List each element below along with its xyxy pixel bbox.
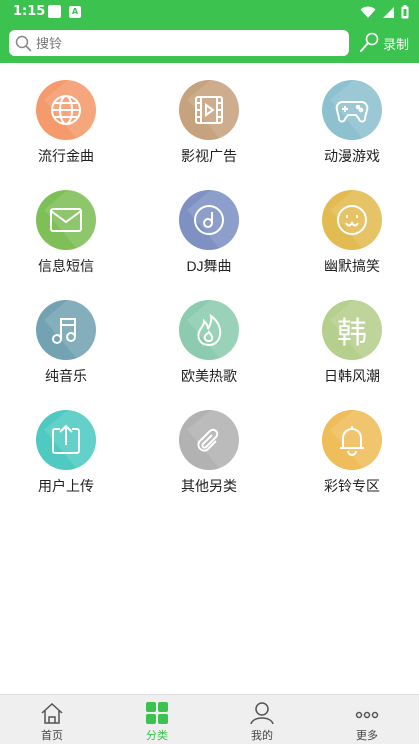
nav-home[interactable]: 首页 xyxy=(0,695,104,744)
category-label: 用户上传 xyxy=(38,478,94,494)
notification-square-icon xyxy=(48,5,61,18)
category-ringback[interactable]: 彩铃专区 xyxy=(302,402,402,502)
category-dj-dance[interactable]: DJ舞曲 xyxy=(159,182,259,282)
music-note-icon xyxy=(52,318,76,344)
category-icon-circle xyxy=(179,300,239,360)
search-row: 录制 xyxy=(0,28,419,58)
category-jk-trend[interactable]: 韩 日韩风潮 xyxy=(302,292,402,392)
nav-category-label: 分类 xyxy=(146,729,168,742)
category-western-hits[interactable]: 欧美热歌 xyxy=(159,292,259,392)
nav-mine-label: 我的 xyxy=(251,729,273,742)
user-icon xyxy=(250,702,274,725)
search-input[interactable] xyxy=(36,35,326,51)
upload-icon xyxy=(52,424,80,454)
category-humor[interactable]: 幽默搞笑 xyxy=(302,182,402,282)
category-anime-games[interactable]: 动漫游戏 xyxy=(302,72,402,172)
film-icon xyxy=(195,96,223,124)
notification-a-icon: A xyxy=(69,6,81,18)
category-label: 彩铃专区 xyxy=(324,478,380,494)
header: 1:15 A 搜铃 录制 xyxy=(0,0,419,63)
more-icon xyxy=(355,711,379,719)
category-icon-circle xyxy=(36,410,96,470)
category-label: DJ舞曲 xyxy=(186,258,232,274)
globe-icon xyxy=(51,95,81,125)
category-icon-circle xyxy=(36,190,96,250)
category-icon-circle xyxy=(322,80,382,140)
status-time: 1:15 xyxy=(13,4,46,19)
category-pure-music[interactable]: 纯音乐 xyxy=(16,292,116,392)
battery-icon xyxy=(401,5,409,19)
category-other[interactable]: 其他另类 xyxy=(159,402,259,502)
record-button[interactable]: 录制 xyxy=(358,30,409,56)
category-label: 日韩风潮 xyxy=(324,368,380,384)
category-label: 动漫游戏 xyxy=(324,148,380,164)
gamepad-icon xyxy=(335,101,369,123)
flame-icon xyxy=(197,313,222,347)
nav-category[interactable]: 分类 xyxy=(105,695,209,744)
notification-a-label: A xyxy=(71,7,79,16)
category-pop-hits[interactable]: 流行金曲 xyxy=(16,72,116,172)
disc-icon xyxy=(194,205,224,235)
nav-mine[interactable]: 我的 xyxy=(210,695,314,744)
category-sms[interactable]: 信息短信 xyxy=(16,182,116,282)
category-icon-circle xyxy=(322,190,382,250)
paperclip-icon xyxy=(197,428,219,452)
smiley-icon xyxy=(337,205,367,235)
category-icon-circle xyxy=(36,300,96,360)
category-icon-circle xyxy=(179,410,239,470)
search-box[interactable] xyxy=(9,30,349,56)
search-icon xyxy=(15,35,32,51)
status-right-icons xyxy=(360,5,409,19)
category-label: 纯音乐 xyxy=(45,368,87,384)
category-label: 信息短信 xyxy=(38,258,94,274)
category-icon-circle: 韩 xyxy=(322,300,382,360)
status-bar: 1:15 A xyxy=(0,0,419,24)
nav-more[interactable]: 更多 xyxy=(315,695,419,744)
bottom-nav: 首页 分类 我的 更多 xyxy=(0,694,419,744)
app-root: 1:15 A 搜铃 录制 流行金曲 影视广告 动漫游戏 信息短信 DJ舞曲 幽默… xyxy=(0,0,419,744)
bell-icon xyxy=(340,426,364,456)
category-label: 影视广告 xyxy=(181,148,237,164)
record-label: 录制 xyxy=(383,37,410,53)
han-char-icon: 韩 xyxy=(337,316,367,351)
category-label: 幽默搞笑 xyxy=(324,258,380,274)
mail-icon xyxy=(50,208,82,232)
home-icon xyxy=(41,702,63,724)
category-icon-circle xyxy=(36,80,96,140)
nav-home-label: 首页 xyxy=(41,729,63,742)
category-film-ads[interactable]: 影视广告 xyxy=(159,72,259,172)
category-label: 其他另类 xyxy=(181,478,237,494)
wifi-icon xyxy=(360,6,376,18)
category-icon-circle xyxy=(179,80,239,140)
category-label: 欧美热歌 xyxy=(181,368,237,384)
signal-icon xyxy=(383,6,394,18)
category-user-upload[interactable]: 用户上传 xyxy=(16,402,116,502)
nav-more-label: 更多 xyxy=(356,729,378,742)
category-icon-circle xyxy=(179,190,239,250)
grid-icon xyxy=(146,702,168,724)
microphone-icon xyxy=(360,32,379,52)
category-icon-circle xyxy=(322,410,382,470)
category-label: 流行金曲 xyxy=(38,148,94,164)
